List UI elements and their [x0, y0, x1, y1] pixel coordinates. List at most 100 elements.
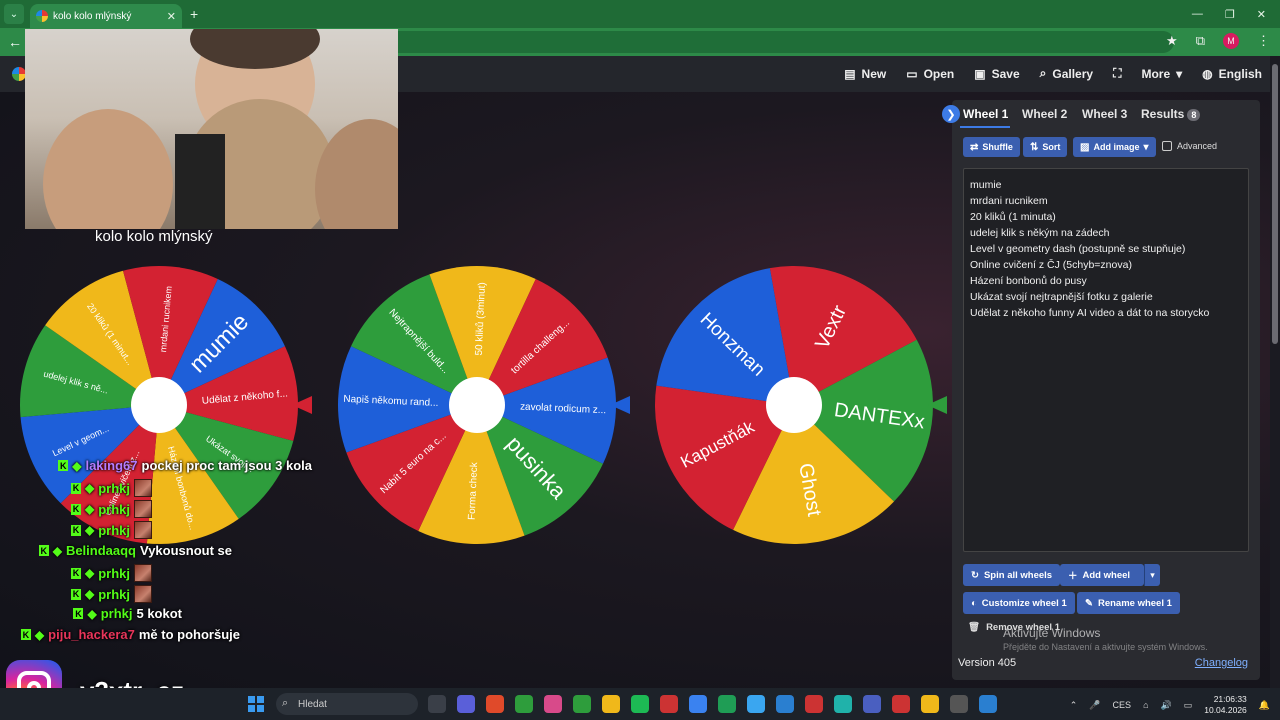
clock[interactable]: 21:06:33 10.04.2026: [1204, 694, 1247, 716]
changelog-link[interactable]: Changelog: [1195, 657, 1248, 669]
wheel-entry: 20 kliků (1 minuta): [970, 211, 1056, 223]
taskbar-app-icon[interactable]: [544, 695, 562, 713]
kick-badge-icon: K: [70, 588, 81, 600]
chat-username: prhkj: [98, 586, 130, 602]
taskbar-app-icon[interactable]: [457, 695, 475, 713]
wheel-hub[interactable]: [449, 377, 505, 433]
chat-message: K ◆ prhkj: [70, 521, 152, 539]
wheel-entry: udelej klik s někým na zádech: [970, 227, 1110, 239]
taskbar-app-icon[interactable]: [892, 695, 910, 713]
add-wheel-dropdown[interactable]: ▾: [1144, 564, 1160, 586]
spin-all-button[interactable]: ↻ Spin all wheels: [963, 564, 1061, 586]
kick-badge-icon: K: [73, 608, 84, 619]
advanced-label: Advanced: [1177, 141, 1218, 151]
add-image-label: Add image: [1093, 142, 1140, 152]
taskbar-app-icon[interactable]: [689, 695, 707, 713]
collapse-panel-icon[interactable]: ❯: [942, 105, 960, 123]
taskbar-search[interactable]: ⌕ Hledat: [276, 693, 418, 715]
diamond-badge-icon: ◆: [84, 502, 95, 516]
spin-wheel-1[interactable]: mumieUdělat z někoho f...Ukázat svojí...…: [19, 266, 312, 544]
wheel-entry: Házení bonbonů do pusy: [970, 275, 1087, 287]
chat-text: mě to pohoršuje: [138, 627, 240, 642]
taskbar-app-icon[interactable]: [428, 695, 446, 713]
taskbar-search-label: Hledat: [298, 698, 327, 710]
windows-start-icon[interactable]: [248, 696, 264, 712]
notifications-icon[interactable]: 🔔: [1259, 700, 1270, 711]
tray-chevron-icon[interactable]: ⌃: [1070, 700, 1078, 711]
taskbar-app-icon[interactable]: [718, 695, 736, 713]
dark-shirt: [175, 134, 225, 229]
diamond-badge-icon: ◆: [52, 543, 62, 558]
battery-icon[interactable]: ▭: [1184, 700, 1193, 711]
taskbar-app-icon[interactable]: [660, 695, 678, 713]
entries-textarea[interactable]: mumie mrdani rucnikem 20 kliků (1 minuta) u…: [963, 168, 1249, 552]
spin-wheel-3[interactable]: VextrDANTEXxGhostKapustňákHonzman: [655, 266, 947, 544]
chat-message: K ◆ prhkj: [70, 500, 152, 518]
spin-all-label: Spin all wheels: [983, 569, 1053, 581]
tab-wheel-2[interactable]: Wheel 2: [1022, 107, 1067, 121]
chat-message: K ◆ prhkj: [70, 585, 152, 603]
chat-username: prhkj: [100, 606, 133, 621]
taskbar-app-icon[interactable]: [863, 695, 881, 713]
diamond-badge-icon: ◆: [84, 523, 95, 537]
network-icon[interactable]: ⌂: [1143, 700, 1148, 710]
advanced-checkbox[interactable]: [1162, 141, 1172, 151]
add-wheel-label: Add wheel: [1082, 569, 1131, 581]
language-indicator[interactable]: CES: [1113, 700, 1132, 710]
person-right: [315, 119, 398, 229]
volume-icon[interactable]: 🔊: [1161, 700, 1172, 711]
diamond-badge-icon: ◆: [72, 458, 82, 473]
taskbar-app-icon[interactable]: [602, 695, 620, 713]
wheel-entry: mumie: [970, 179, 1002, 191]
taskbar-app-icon[interactable]: [950, 695, 968, 713]
add-wheel-button[interactable]: ＋ Add wheel: [1060, 564, 1144, 586]
taskbar-app-icon[interactable]: [805, 695, 823, 713]
version-label: Version 405: [958, 657, 1017, 669]
chat-text: pockej proc tam jsou 3 kola: [141, 458, 313, 473]
tab-results[interactable]: Results 8: [1141, 107, 1201, 121]
tab-wheel-3[interactable]: Wheel 3: [1082, 107, 1127, 121]
chat-emote: [134, 521, 152, 539]
results-count-badge: 8: [1187, 109, 1201, 121]
image-icon: ▨: [1080, 141, 1090, 153]
taskbar-app-icon[interactable]: [631, 695, 649, 713]
taskbar-app-icon[interactable]: [486, 695, 504, 713]
active-tab-indicator: [960, 126, 1010, 128]
shuffle-button[interactable]: ⇄ Shuffle: [963, 137, 1020, 157]
chat-message: K ◆ laking67 pockej proc tam jsou 3 kola: [58, 458, 312, 473]
add-image-button[interactable]: ▨ Add image ▾: [1073, 137, 1156, 157]
taskbar-app-icon[interactable]: [515, 695, 533, 713]
tab-wheel-1[interactable]: Wheel 1: [963, 107, 1008, 121]
taskbar: ⌕ Hledat ⌃ 🎤 CES ⌂ 🔊 ▭ 21:06:33 10.04.2026…: [0, 688, 1280, 720]
microphone-icon[interactable]: 🎤: [1089, 700, 1100, 711]
taskbar-app-icon[interactable]: [834, 695, 852, 713]
results-label: Results: [1141, 107, 1185, 121]
stream-title: kolo kolo mlýnský: [95, 228, 213, 245]
windows-activation-subtitle: Přejděte do Nastavení a aktivujte systém…: [1003, 642, 1208, 652]
plus-icon: ＋: [1068, 571, 1078, 582]
search-icon: ⌕: [282, 697, 289, 709]
kick-badge-icon: K: [58, 460, 69, 471]
customize-wheel-button[interactable]: ◐ Customize wheel 1: [963, 592, 1075, 614]
rename-wheel-button[interactable]: ✎ Rename wheel 1: [1077, 592, 1180, 614]
chat-username: prhkj: [98, 522, 130, 538]
person-left: [43, 109, 173, 229]
advanced-toggle[interactable]: Advanced: [1162, 141, 1217, 151]
wheel-entry: Level v geometry dash (postupně se stupň…: [970, 243, 1186, 255]
wheel-hub[interactable]: [766, 377, 822, 433]
wheel-tabs: ❯ Wheel 1 Wheel 2 Wheel 3 Results 8: [942, 100, 1260, 128]
wheel-hub[interactable]: [131, 377, 187, 433]
sort-button[interactable]: ⇅ Sort: [1023, 137, 1068, 157]
spin-wheel-2[interactable]: zavolat rodicum z...pusinkaForma checkNa…: [338, 266, 630, 544]
chat-emote: [134, 479, 152, 497]
rename-label: Rename wheel 1: [1097, 597, 1172, 609]
taskbar-app-icon[interactable]: [747, 695, 765, 713]
caret-down-icon: ▾: [1143, 141, 1149, 153]
taskbar-app-icon[interactable]: [979, 695, 997, 713]
chat-message: K ◆ prhkj: [70, 564, 152, 582]
diamond-badge-icon: ◆: [34, 627, 45, 642]
taskbar-app-icon[interactable]: [776, 695, 794, 713]
taskbar-app-icon[interactable]: [921, 695, 939, 713]
chat-message: K ◆ prhkj 5 kokot: [73, 606, 182, 621]
taskbar-app-icon[interactable]: [573, 695, 591, 713]
